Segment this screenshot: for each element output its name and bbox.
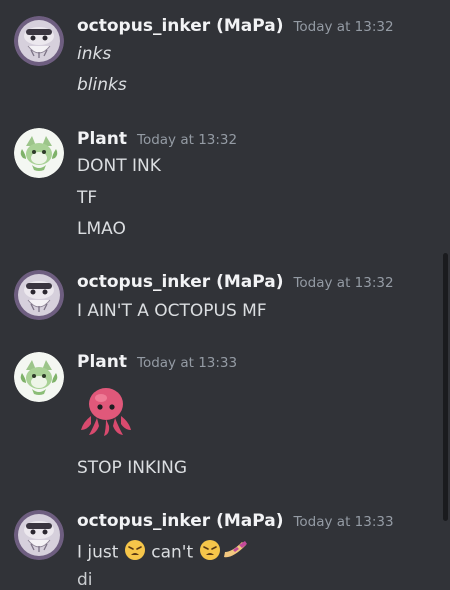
message-group: Plant Today at 13:32 DONT INK TF LMAO	[0, 120, 440, 250]
username[interactable]: octopus_inker (MaPa)	[77, 511, 283, 531]
message-text: I AIN'T A OCTOPUS MF	[77, 301, 267, 321]
message-text: blinks	[77, 75, 127, 95]
timestamp[interactable]: Today at 13:33	[293, 514, 393, 530]
username[interactable]: octopus_inker (MaPa)	[77, 16, 283, 36]
message-text: STOP INKING	[77, 458, 187, 478]
avatar-octopus-inker[interactable]	[14, 16, 64, 66]
message-group: octopus_inker (MaPa) Today at 13:33 I ju…	[0, 500, 440, 590]
message-text-row: I just can't	[77, 539, 248, 566]
avatar-octopus-inker[interactable]	[14, 510, 64, 560]
nail-polish-emoji	[222, 539, 248, 566]
avatar-plant[interactable]	[14, 128, 64, 178]
message-header: octopus_inker (MaPa) Today at 13:33	[77, 511, 394, 531]
message-text: I just	[77, 542, 119, 563]
username[interactable]: Plant	[77, 129, 127, 149]
username[interactable]: Plant	[77, 352, 127, 372]
timestamp[interactable]: Today at 13:32	[293, 275, 393, 291]
timestamp[interactable]: Today at 13:33	[137, 355, 237, 371]
avatar-plant[interactable]	[14, 352, 64, 402]
weary-face-emoji	[199, 539, 221, 566]
message-text: TF	[77, 188, 98, 208]
message-text: can't	[151, 542, 194, 563]
username[interactable]: octopus_inker (MaPa)	[77, 272, 283, 292]
message-header: octopus_inker (MaPa) Today at 13:32	[77, 16, 394, 36]
message-text: LMAO	[77, 219, 126, 239]
message-header: octopus_inker (MaPa) Today at 13:32	[77, 272, 394, 292]
weary-face-emoji	[124, 539, 146, 566]
timestamp[interactable]: Today at 13:32	[137, 132, 237, 148]
avatar-octopus-inker[interactable]	[14, 270, 64, 320]
message-group: Plant Today at 13:33 STOP INKING	[0, 343, 440, 493]
message-text: di	[77, 570, 93, 590]
octopus-emoji	[77, 386, 135, 438]
timestamp[interactable]: Today at 13:32	[293, 19, 393, 35]
scrollbar-thumb[interactable]	[443, 253, 448, 521]
message-group: octopus_inker (MaPa) Today at 13:32 I AI…	[0, 262, 440, 332]
message-header: Plant Today at 13:32	[77, 129, 237, 149]
message-group: octopus_inker (MaPa) Today at 13:32 inks…	[0, 0, 440, 110]
message-text: DONT INK	[77, 156, 161, 176]
message-text: inks	[77, 44, 112, 64]
message-header: Plant Today at 13:33	[77, 352, 237, 372]
